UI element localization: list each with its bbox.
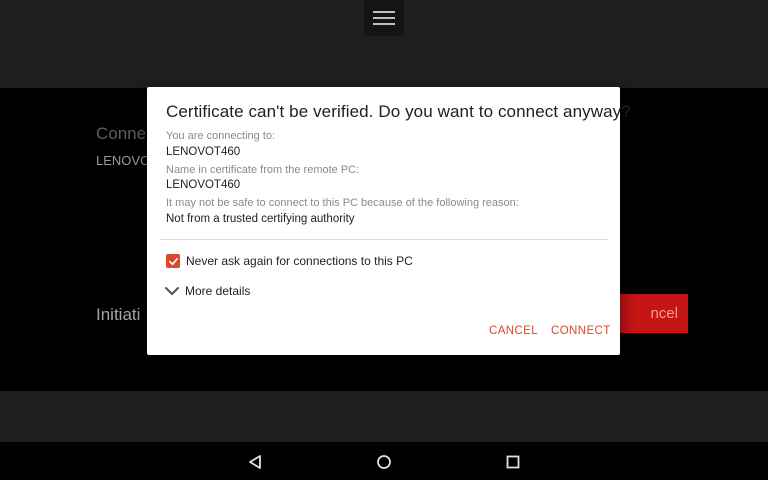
menu-button[interactable] bbox=[364, 0, 404, 36]
home-button[interactable] bbox=[373, 451, 395, 473]
background-connecting-label: Conne bbox=[96, 124, 147, 143]
more-details-toggle[interactable]: More details bbox=[164, 284, 250, 298]
cancel-button[interactable]: CANCEL bbox=[489, 325, 538, 337]
background-host-name: LENOVO bbox=[96, 153, 151, 168]
never-ask-checkbox[interactable] bbox=[166, 254, 180, 268]
recent-square-icon bbox=[506, 455, 520, 469]
reason-value: Not from a trusted certifying authority bbox=[166, 213, 355, 225]
back-triangle-icon bbox=[249, 455, 261, 469]
background-status-text: Initiati bbox=[96, 305, 141, 324]
cert-name-value: LENOVOT460 bbox=[166, 179, 241, 191]
app-bottom-strip bbox=[0, 391, 768, 442]
dialog-divider bbox=[160, 239, 608, 240]
connect-button[interactable]: CONNECT bbox=[551, 325, 611, 337]
background-cancel-label: ncel bbox=[650, 305, 678, 322]
app-top-bar bbox=[0, 0, 768, 88]
connecting-to-label: You are connecting to: bbox=[166, 130, 276, 142]
chevron-down-icon bbox=[165, 287, 179, 295]
more-details-label: More details bbox=[185, 284, 251, 298]
check-icon bbox=[168, 257, 178, 265]
certificate-dialog: Certificate can't be verified. Do you wa… bbox=[147, 87, 631, 355]
cert-name-label: Name in certificate from the remote PC: bbox=[166, 164, 360, 176]
never-ask-checkbox-row[interactable]: Never ask again for connections to this … bbox=[166, 254, 413, 268]
dialog-title: Certificate can't be verified. Do you wa… bbox=[166, 102, 631, 121]
recent-apps-button[interactable] bbox=[502, 451, 524, 473]
hamburger-icon bbox=[373, 11, 395, 25]
back-button[interactable] bbox=[244, 451, 266, 473]
reason-label: It may not be safe to connect to this PC… bbox=[166, 197, 519, 209]
never-ask-label: Never ask again for connections to this … bbox=[186, 254, 413, 268]
connecting-to-value: LENOVOT460 bbox=[166, 146, 241, 158]
home-circle-icon bbox=[377, 455, 391, 469]
system-navigation-bar bbox=[0, 442, 768, 480]
